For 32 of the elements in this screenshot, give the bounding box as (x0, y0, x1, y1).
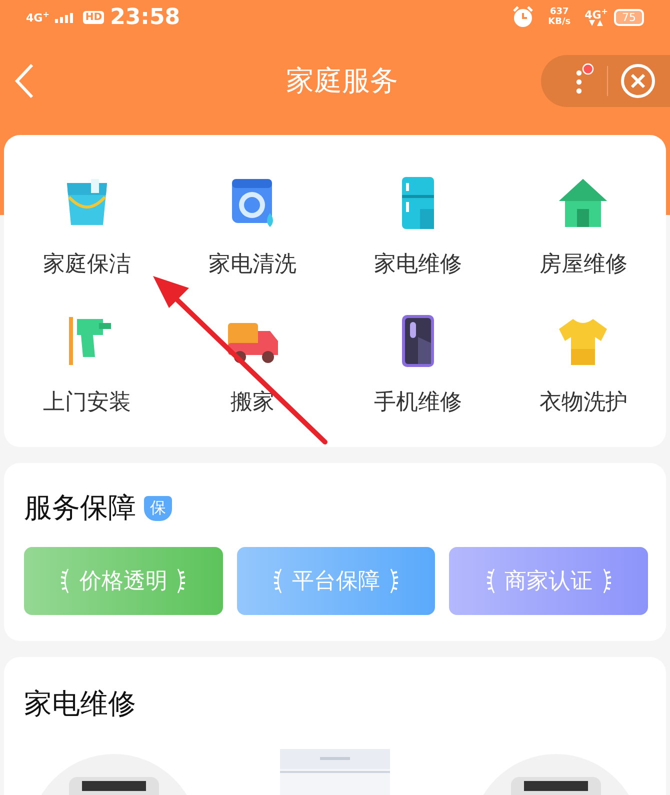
service-label[interactable]: 房屋维修 (539, 249, 628, 279)
laurel-icon (59, 567, 72, 595)
battery-icon: 75 (614, 8, 644, 26)
service-label[interactable]: 上门安装 (42, 387, 131, 417)
service-label[interactable]: 搬家 (230, 387, 274, 417)
network-label: 4G$^{+}$ (584, 6, 608, 20)
hd-badge: HD (83, 10, 104, 24)
service-label[interactable]: 家庭保洁 (42, 249, 131, 279)
speed-unit: KB/s (548, 17, 571, 27)
laurel-icon (484, 567, 497, 595)
guarantee-tag: 平台保障 (236, 547, 436, 615)
data-arrows-icon (589, 20, 604, 28)
service-label[interactable]: 家电维修 (374, 249, 462, 279)
back-icon[interactable] (14, 63, 34, 99)
section-title: 家电维修 (24, 687, 136, 720)
laurel-icon (175, 567, 188, 595)
status-time: 23:58 (110, 4, 180, 30)
laurel-icon (388, 567, 400, 595)
shield-badge: 保 (144, 496, 172, 520)
laurel-icon (600, 567, 613, 595)
alarm-icon (512, 6, 534, 28)
laurel-icon (272, 567, 284, 595)
speed-value: 637 (550, 7, 569, 17)
service-label[interactable]: 衣物洗护 (539, 387, 628, 417)
network-label: 4G$^{+}$ (26, 10, 50, 24)
close-icon[interactable] (620, 63, 656, 99)
service-label[interactable]: 手机维修 (374, 387, 462, 417)
guarantee-tag: 商家认证 (449, 547, 648, 615)
guarantee-tag: 价格透明 (24, 547, 223, 615)
section-title: 服务保障 (24, 490, 136, 526)
page-title: 家庭服务 (286, 63, 398, 99)
service-label[interactable]: 家电清洗 (208, 249, 296, 279)
